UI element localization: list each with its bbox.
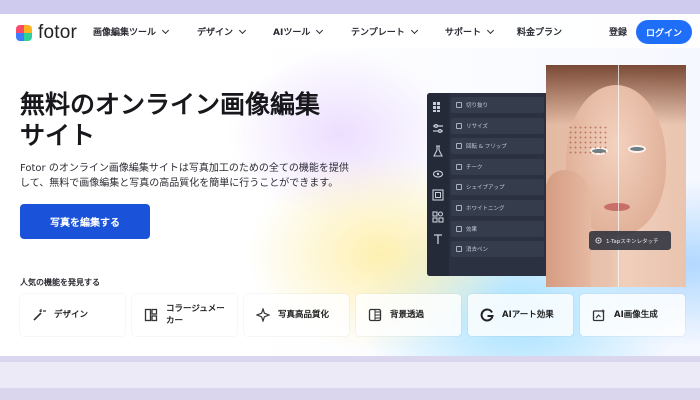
discover-label: 人気の機能を発見する <box>20 278 100 287</box>
bottom-band <box>0 356 700 400</box>
skin-retouch-chip: 1-Tapスキンレタッチ <box>589 231 671 250</box>
hero-description-line: して、無料で画像編集と写真の高品質化を簡単に行うことができます。 <box>20 178 339 189</box>
editor-menu-item: ホワイトニング <box>451 199 544 216</box>
chevron-down-icon <box>238 26 247 34</box>
nav-item-label: サポート <box>445 28 482 38</box>
editor-menu-item: リサイズ <box>451 117 544 134</box>
page: fotor 画像編集ツール デザイン AIツール テンプレート サポート 料金プ… <box>0 14 700 356</box>
logo-text: fotor <box>38 22 78 43</box>
editor-menu-item: チーク <box>451 158 544 175</box>
ai-image-icon <box>592 308 606 322</box>
hero-title-line: サイト <box>20 121 96 150</box>
feature-label: 背景透過 <box>390 310 425 320</box>
grid-icon <box>433 102 440 112</box>
feature-list: デザイン コラージュメーカー 写真高品質化 背景透過 AIアート効果 AI画像生… <box>20 294 685 336</box>
eraser-icon <box>456 246 462 253</box>
feature-label: AI画像生成 <box>614 310 658 320</box>
feature-ai-image[interactable]: AI画像生成 <box>580 294 685 336</box>
effect-icon <box>456 225 462 232</box>
nav-item-ai-tools[interactable]: AIツール <box>273 25 324 38</box>
rotate-icon <box>456 143 462 150</box>
hero-title: 無料のオンライン画像編集 サイト <box>20 89 360 151</box>
feature-label: 写真高品質化 <box>278 310 330 320</box>
whitening-icon <box>456 204 462 211</box>
editor-menu-item: 効果 <box>451 220 544 237</box>
login-button[interactable]: ログイン <box>636 20 692 44</box>
feature-design[interactable]: デザイン <box>20 294 125 336</box>
nav-item-templates[interactable]: テンプレート <box>351 25 418 38</box>
header: fotor 画像編集ツール デザイン AIツール テンプレート サポート 料金プ… <box>0 14 700 48</box>
nav-item-label: テンプレート <box>351 28 405 38</box>
hero-description-line: Fotor のオンライン画像編集サイトは写真加工のための全ての機能を提供 <box>20 163 349 174</box>
register-link[interactable]: 登録 <box>609 25 627 38</box>
top-band <box>0 0 700 14</box>
chevron-down-icon <box>316 26 324 34</box>
transparent-bg-icon <box>368 308 382 322</box>
editor-menu-item: シェイプアップ <box>451 179 544 196</box>
ai-art-icon <box>480 308 494 322</box>
nav-item-label: AIツール <box>273 28 311 38</box>
nav-item-label: 料金プラン <box>517 28 563 38</box>
crop-icon <box>456 102 462 108</box>
portrait-photo <box>546 65 686 287</box>
chevron-down-icon <box>161 26 170 34</box>
blush-icon <box>456 163 462 170</box>
nav-item-label: 画像編集ツール <box>93 28 157 38</box>
nav-item-pricing[interactable]: 料金プラン <box>517 25 562 38</box>
text-icon <box>434 234 442 244</box>
logo[interactable]: fotor <box>16 22 77 44</box>
chevron-down-icon <box>486 26 495 34</box>
before-after-divider <box>618 65 619 287</box>
retouch-icon <box>595 237 602 244</box>
editor-menu-item: 切り抜り <box>451 97 544 113</box>
nav-item-label: デザイン <box>197 28 234 38</box>
sparkle-icon <box>256 308 270 322</box>
flask-icon <box>433 145 443 157</box>
eye-icon <box>432 170 444 178</box>
collage-icon <box>144 308 158 322</box>
feature-collage[interactable]: コラージュメーカー <box>132 294 237 336</box>
edit-photo-button[interactable]: 写真を編集する <box>20 204 150 239</box>
fotor-logo-icon <box>16 25 32 41</box>
editor-menu-item: 回転 & フリップ <box>451 138 544 155</box>
frame-icon <box>432 189 444 201</box>
feature-ai-art[interactable]: AIアート効果 <box>468 294 573 336</box>
nav-item-photo-editing-tools[interactable]: 画像編集ツール <box>93 25 170 38</box>
feature-enhance[interactable]: 写真高品質化 <box>244 294 349 336</box>
editor-menu: 切り抜り リサイズ 回転 & フリップ チーク シェイプアップ ホワイトニング … <box>451 97 544 262</box>
editor-toolbar <box>427 93 449 276</box>
feature-label: デザイン <box>54 310 89 320</box>
chevron-down-icon <box>410 26 418 34</box>
feature-remove-bg[interactable]: 背景透過 <box>356 294 461 336</box>
hero-description: Fotor のオンライン画像編集サイトは写真加工のための全ての機能を提供 して、… <box>20 161 365 191</box>
resize-icon <box>456 122 462 129</box>
editor-preview: 切り抜り リサイズ 回転 & フリップ チーク シェイプアップ ホワイトニング … <box>427 93 548 276</box>
hero-title-line: 無料のオンライン画像編集 <box>20 90 321 119</box>
nav-item-support[interactable]: サポート <box>445 25 495 38</box>
elements-icon <box>432 211 444 223</box>
feature-label: AIアート効果 <box>502 310 554 320</box>
wand-icon <box>32 308 46 322</box>
nav-item-design[interactable]: デザイン <box>197 25 247 38</box>
reshape-icon <box>456 184 462 191</box>
sliders-icon <box>433 124 443 133</box>
feature-label: コラージュメーカー <box>166 304 225 326</box>
editor-menu-item: 消去ペン <box>451 241 544 258</box>
